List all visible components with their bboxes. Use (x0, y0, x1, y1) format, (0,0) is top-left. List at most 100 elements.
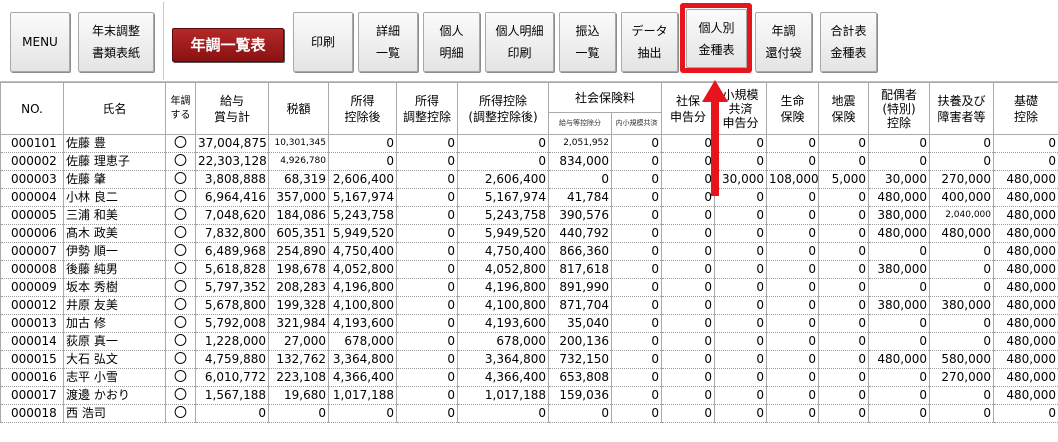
row-kyosai-cell[interactable]: 0 (714, 386, 768, 405)
row-salary-cell[interactable]: 5,797,352 (195, 278, 269, 297)
row-kyosai-cell[interactable]: 0 (714, 134, 768, 153)
row-spouse-cell[interactable]: 0 (868, 278, 931, 297)
row-adjust-cell[interactable]: 0 (396, 350, 458, 369)
row-salary-cell[interactable]: 5,678,800 (195, 296, 269, 315)
row-social-small-cell[interactable]: 0 (610, 350, 663, 369)
print-button[interactable]: 印刷 (293, 12, 353, 72)
row-deduction-cell[interactable]: 0 (457, 134, 549, 153)
row-dependents-cell[interactable]: 0 (929, 134, 995, 153)
row-salary-cell[interactable]: 37,004,875 (195, 134, 269, 153)
row-social-cell[interactable]: 390,576 (548, 206, 612, 225)
row-basic-cell[interactable]: 480,000 (993, 386, 1058, 405)
row-kyosai-cell[interactable]: 0 (714, 296, 768, 315)
row-shaho-cell[interactable]: 0 (661, 296, 716, 315)
row-kyosai-cell[interactable]: 0 (714, 332, 768, 351)
row-name-cell[interactable]: 佐藤 理恵子 (63, 152, 166, 171)
row-quake-cell[interactable]: 0 (818, 314, 870, 333)
row-kyosai-cell[interactable]: 0 (714, 368, 768, 387)
row-income-cell[interactable]: 5,243,758 (328, 206, 397, 225)
row-quake-cell[interactable]: 0 (818, 152, 870, 171)
row-kyosai-cell[interactable]: 30,000 (714, 170, 768, 189)
row-tax-cell[interactable]: 0 (268, 404, 329, 423)
row-basic-cell[interactable]: 0 (993, 134, 1058, 153)
row-tax-cell[interactable]: 605,351 (268, 224, 329, 243)
row-life-cell[interactable]: 0 (766, 224, 820, 243)
row-name-cell[interactable]: 伊勢 順一 (63, 242, 166, 261)
row-life-cell[interactable]: 0 (766, 206, 820, 225)
row-spouse-cell[interactable]: 380,000 (868, 260, 931, 279)
row-social-cell[interactable]: 440,792 (548, 224, 612, 243)
row-name-cell[interactable]: 佐藤 豊 (63, 134, 166, 153)
row-spouse-cell[interactable]: 30,000 (868, 170, 931, 189)
row-adjust-cell[interactable]: 0 (396, 404, 458, 423)
year-end-cover-button[interactable]: 年末調整 書類表紙 (78, 12, 154, 72)
row-deduction-cell[interactable]: 1,017,188 (457, 386, 549, 405)
row-basic-cell[interactable]: 480,000 (993, 296, 1058, 315)
row-adjust-cell[interactable]: 0 (396, 278, 458, 297)
refund-envelope-button[interactable]: 年調 還付袋 (755, 12, 812, 72)
row-income-cell[interactable]: 0 (328, 152, 397, 171)
row-nencho-cell[interactable]: 〇 (165, 206, 196, 225)
row-basic-cell[interactable]: 480,000 (993, 242, 1058, 261)
row-shaho-cell[interactable]: 0 (661, 386, 716, 405)
row-quake-cell[interactable]: 0 (818, 386, 870, 405)
table-row[interactable]: 000017 渡邊 かおり〇 1,567,188 19,680 1,017,188 0 1,… (0, 386, 1058, 405)
row-basic-cell[interactable]: 480,000 (993, 224, 1058, 243)
row-quake-cell[interactable]: 0 (818, 278, 870, 297)
row-no-cell[interactable]: 000101 (0, 134, 64, 153)
row-social-cell[interactable]: 732,150 (548, 350, 612, 369)
row-no-cell[interactable]: 000016 (0, 368, 64, 387)
row-quake-cell[interactable]: 0 (818, 404, 870, 423)
row-social-cell[interactable]: 159,036 (548, 386, 612, 405)
row-kyosai-cell[interactable]: 0 (714, 206, 768, 225)
row-social-small-cell[interactable]: 0 (610, 188, 663, 207)
row-life-cell[interactable]: 0 (766, 350, 820, 369)
row-adjust-cell[interactable]: 0 (396, 260, 458, 279)
row-social-cell[interactable]: 834,000 (548, 152, 612, 171)
row-shaho-cell[interactable]: 0 (661, 134, 716, 153)
row-adjust-cell[interactable]: 0 (396, 152, 458, 171)
row-nencho-cell[interactable]: 〇 (165, 152, 196, 171)
row-adjust-cell[interactable]: 0 (396, 386, 458, 405)
row-quake-cell[interactable]: 0 (818, 206, 870, 225)
row-adjust-cell[interactable]: 0 (396, 224, 458, 243)
row-salary-cell[interactable]: 0 (195, 404, 269, 423)
row-spouse-cell[interactable]: 0 (868, 134, 931, 153)
row-tax-cell[interactable]: 357,000 (268, 188, 329, 207)
row-adjust-cell[interactable]: 0 (396, 314, 458, 333)
row-tax-cell[interactable]: 19,680 (268, 386, 329, 405)
row-life-cell[interactable]: 0 (766, 314, 820, 333)
row-nencho-cell[interactable]: 〇 (165, 242, 196, 261)
row-dependents-cell[interactable]: 0 (929, 314, 995, 333)
row-spouse-cell[interactable]: 480,000 (868, 224, 931, 243)
row-dependents-cell[interactable]: 0 (929, 386, 995, 405)
row-tax-cell[interactable]: 321,984 (268, 314, 329, 333)
personal-denomination-button[interactable]: 個人別 金種表 (686, 9, 747, 68)
row-name-cell[interactable]: 渡邊 かおり (63, 386, 166, 405)
row-dependents-cell[interactable]: 2,040,000 (929, 206, 995, 225)
row-social-small-cell[interactable]: 0 (610, 404, 663, 423)
row-life-cell[interactable]: 0 (766, 188, 820, 207)
row-name-cell[interactable]: 荻原 真一 (63, 332, 166, 351)
table-row[interactable]: 000012 井原 友美〇 5,678,800 199,328 4,100,800 0 4,… (0, 296, 1058, 315)
row-salary-cell[interactable]: 22,303,128 (195, 152, 269, 171)
row-tax-cell[interactable]: 10,301,345 (268, 134, 329, 153)
row-basic-cell[interactable]: 0 (993, 152, 1058, 171)
row-income-cell[interactable]: 1,017,188 (328, 386, 397, 405)
row-kyosai-cell[interactable]: 0 (714, 242, 768, 261)
row-salary-cell[interactable]: 6,489,968 (195, 242, 269, 261)
row-income-cell[interactable]: 5,167,974 (328, 188, 397, 207)
transfer-list-button[interactable]: 振込 一覧 (559, 12, 616, 72)
row-quake-cell[interactable]: 0 (818, 350, 870, 369)
row-tax-cell[interactable]: 132,762 (268, 350, 329, 369)
row-spouse-cell[interactable]: 480,000 (868, 350, 931, 369)
row-name-cell[interactable]: 後藤 純男 (63, 260, 166, 279)
row-nencho-cell[interactable]: 〇 (165, 332, 196, 351)
row-nencho-cell[interactable]: 〇 (165, 134, 196, 153)
row-income-cell[interactable]: 4,366,400 (328, 368, 397, 387)
row-tax-cell[interactable]: 68,319 (268, 170, 329, 189)
row-quake-cell[interactable]: 0 (818, 260, 870, 279)
table-row[interactable]: 000016 志平 小雪〇 6,010,772 223,108 4,366,400 0 4,… (0, 368, 1058, 387)
row-deduction-cell[interactable]: 4,366,400 (457, 368, 549, 387)
table-row[interactable]: 000005 三浦 和美〇 7,048,620 184,086 5,243,758 0 5,… (0, 206, 1058, 225)
